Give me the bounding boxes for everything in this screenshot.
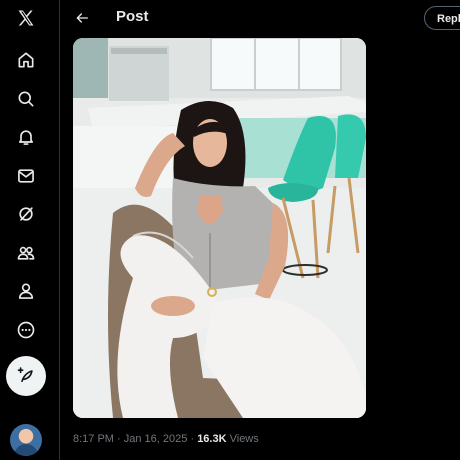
photo-illustration [73,38,366,418]
views-count: 16.3K [197,433,227,445]
grok-icon[interactable] [10,198,42,230]
communities-icon[interactable] [10,237,42,269]
app: Post Repl 8:17 PM · Jan 16, 2025 · 16.3K… [0,0,460,460]
post-header: Post Repl [60,0,460,36]
x-logo-icon[interactable] [10,2,42,34]
compose-post-button[interactable] [6,356,46,396]
meta-separator: · [190,433,195,445]
avatar[interactable] [10,424,42,456]
meta-separator: · [117,433,121,445]
home-icon[interactable] [10,44,42,76]
nav-rail [0,0,60,460]
reply-button[interactable]: Repl [424,6,460,30]
notifications-icon[interactable] [10,121,42,153]
back-arrow-icon[interactable] [70,6,94,30]
messages-icon[interactable] [10,160,42,192]
post-time[interactable]: 8:17 PM [73,433,114,445]
compose-post-icon [17,367,33,383]
page-title: Post [116,8,149,25]
post-image[interactable] [73,38,366,418]
post-date[interactable]: Jan 16, 2025 [124,433,188,445]
views-label: Views [229,433,259,445]
post-meta: 8:17 PM · Jan 16, 2025 · 16.3K Views [73,433,259,445]
explore-icon[interactable] [10,83,42,115]
profile-icon[interactable] [10,275,42,307]
more-icon[interactable] [10,314,42,346]
